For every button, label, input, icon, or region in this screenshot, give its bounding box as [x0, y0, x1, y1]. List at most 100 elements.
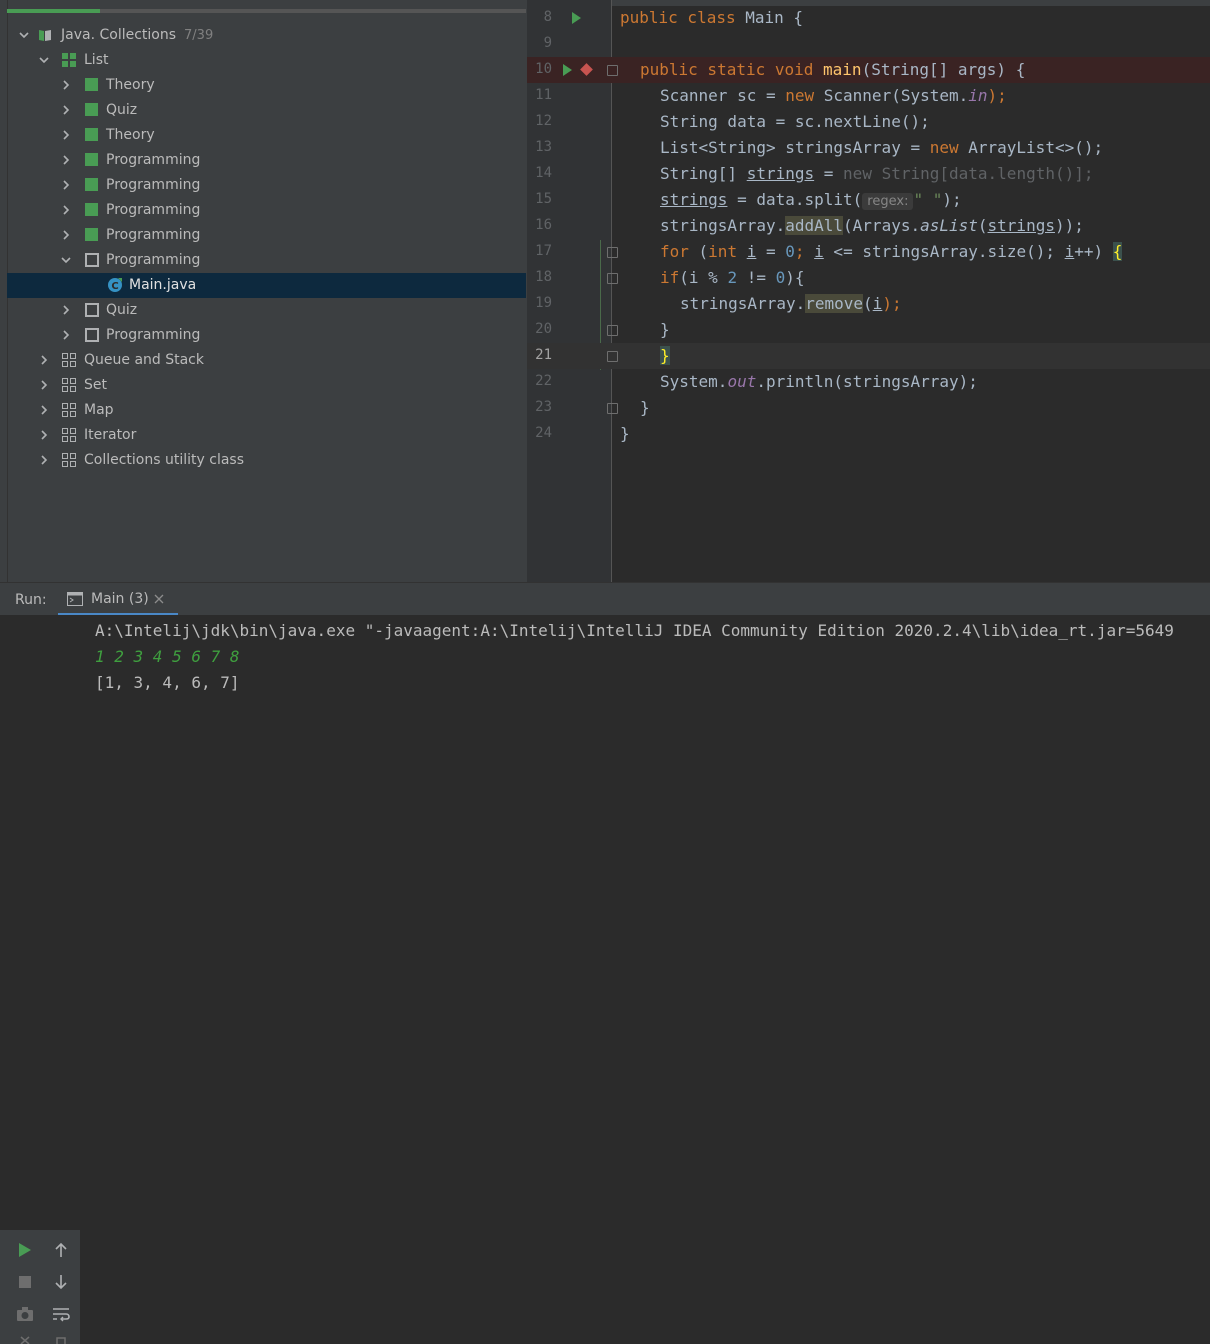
tree-item-task[interactable]: Theory [7, 123, 526, 148]
tree-item-section[interactable]: Iterator [7, 423, 526, 448]
chevron-right-icon[interactable] [59, 328, 73, 342]
fold-marker-icon[interactable] [607, 65, 618, 76]
soft-wrap-icon[interactable] [52, 1306, 70, 1322]
code-token: = data.split( [727, 190, 863, 209]
parameter-hint: regex: [862, 193, 914, 210]
chevron-right-icon[interactable] [37, 428, 51, 442]
chevron-right-icon[interactable] [59, 303, 73, 317]
module-grid-icon [62, 378, 76, 392]
tree-item-task[interactable]: Programming [7, 223, 526, 248]
tree-item-task[interactable]: Programming [7, 173, 526, 198]
tree-item-task[interactable]: Programming [7, 323, 526, 348]
code-token: 0 [785, 242, 795, 261]
tree-item-main-java[interactable]: C Main.java [7, 273, 526, 298]
code-line[interactable]: 19 stringsArray.remove(i); [527, 291, 1210, 317]
tree-item-task[interactable]: Quiz [7, 298, 526, 323]
code-token: 0 [775, 268, 786, 287]
chevron-right-icon[interactable] [37, 378, 51, 392]
fold-end-icon[interactable] [607, 351, 618, 362]
fold-end-icon[interactable] [607, 403, 618, 414]
chevron-right-icon[interactable] [59, 78, 73, 92]
code-line[interactable]: 18 if(i % 2 != 0){ [527, 265, 1210, 291]
close-run-icon[interactable] [18, 1336, 32, 1344]
code-token: public static void [640, 60, 824, 79]
code-token: Scanner(System. [823, 86, 969, 105]
camera-icon[interactable] [16, 1306, 34, 1322]
code-line-breakpoint[interactable]: 10 public static void main(String[] args… [527, 57, 1210, 83]
chevron-right-icon[interactable] [59, 228, 73, 242]
code-line[interactable]: 17 for (int i = 0; i <= stringsArray.siz… [527, 239, 1210, 265]
tree-item-section[interactable]: Queue and Stack [7, 348, 526, 373]
code-line[interactable]: 14 String[] strings = new String[data.le… [527, 161, 1210, 187]
code-line[interactable]: 9 [527, 31, 1210, 57]
line-number: 20 [535, 321, 552, 337]
tree-root-java-collections[interactable]: Java. Collections 7/39 [7, 23, 526, 48]
code-token: ){ [785, 268, 805, 287]
tree-item-section[interactable]: Set [7, 373, 526, 398]
chevron-down-icon[interactable] [59, 253, 73, 267]
fold-marker-icon[interactable] [607, 273, 618, 284]
chevron-right-icon[interactable] [59, 153, 73, 167]
code-line[interactable]: 15 strings = data.split(regex: " "); [527, 187, 1210, 213]
fold-end-icon[interactable] [607, 325, 618, 336]
task-unsolved-icon [85, 253, 99, 267]
code-token: new [929, 138, 969, 157]
code-line-current[interactable]: 21 } [527, 343, 1210, 369]
course-progress-bar [7, 9, 100, 13]
chevron-down-icon[interactable] [17, 28, 31, 42]
run-method-icon[interactable] [563, 64, 572, 76]
code-token: i [814, 242, 824, 261]
chevron-down-icon[interactable] [37, 53, 51, 67]
code-token: (String[] args) { [861, 60, 1026, 79]
run-console[interactable]: A:\Intelij\jdk\bin\java.exe "-javaagent:… [0, 615, 1210, 1344]
breakpoint-icon[interactable] [580, 63, 593, 76]
code-token: strings [987, 216, 1055, 235]
stop-icon[interactable] [18, 1275, 32, 1289]
line-number: 18 [535, 269, 552, 285]
code-line[interactable]: 11 Scanner sc = new Scanner(System.in); [527, 83, 1210, 109]
chevron-right-icon[interactable] [59, 178, 73, 192]
tree-item-task[interactable]: Quiz [7, 98, 526, 123]
tree-item-task-open[interactable]: Programming [7, 248, 526, 273]
code-line[interactable]: 8 public class Main { [527, 5, 1210, 31]
arrow-down-icon[interactable] [54, 1274, 68, 1290]
tree-item-label: Programming [106, 227, 201, 243]
code-line[interactable]: 22 System.out.println(stringsArray); [527, 369, 1210, 395]
chevron-right-icon[interactable] [37, 353, 51, 367]
code-line[interactable]: 13 List<String> stringsArray = new Array… [527, 135, 1210, 161]
run-label: Run: [15, 592, 47, 608]
tree-item-list[interactable]: List [7, 48, 526, 73]
line-number: 22 [535, 373, 552, 389]
tree-item-task[interactable]: Programming [7, 148, 526, 173]
tree-item-label: Iterator [84, 427, 137, 443]
chevron-right-icon[interactable] [37, 403, 51, 417]
module-grid-icon [62, 453, 76, 467]
arrow-up-icon[interactable] [54, 1242, 68, 1258]
chevron-right-icon[interactable] [59, 203, 73, 217]
chevron-right-icon[interactable] [59, 103, 73, 117]
code-line[interactable]: 24 } [527, 421, 1210, 447]
close-icon[interactable] [154, 594, 164, 604]
run-tab-label: Main (3) [91, 591, 149, 607]
tree-item-section[interactable]: Collections utility class [7, 448, 526, 473]
code-line[interactable]: 16 stringsArray.addAll(Arrays.asList(str… [527, 213, 1210, 239]
tree-item-section[interactable]: Map [7, 398, 526, 423]
code-token: ++) [1074, 242, 1113, 261]
code-token: in [968, 86, 988, 105]
fold-marker-icon[interactable] [607, 247, 618, 258]
code-editor[interactable]: 8 public class Main { 9 10 public static… [527, 0, 1210, 582]
run-tab-main[interactable]: Main (3) [58, 583, 178, 616]
tree-item-task[interactable]: Theory [7, 73, 526, 98]
progress-count: 7/39 [184, 28, 214, 43]
code-line[interactable]: 23 } [527, 395, 1210, 421]
code-line[interactable]: 20 } [527, 317, 1210, 343]
chevron-right-icon[interactable] [37, 453, 51, 467]
pin-icon[interactable] [54, 1336, 68, 1344]
code-token: asList [920, 216, 978, 235]
rerun-icon[interactable] [18, 1242, 32, 1258]
chevron-right-icon[interactable] [59, 128, 73, 142]
code-line[interactable]: 12 String data = sc.nextLine(); [527, 109, 1210, 135]
tree-item-task[interactable]: Programming [7, 198, 526, 223]
run-class-icon[interactable] [572, 12, 581, 24]
code-token: } [660, 320, 670, 339]
